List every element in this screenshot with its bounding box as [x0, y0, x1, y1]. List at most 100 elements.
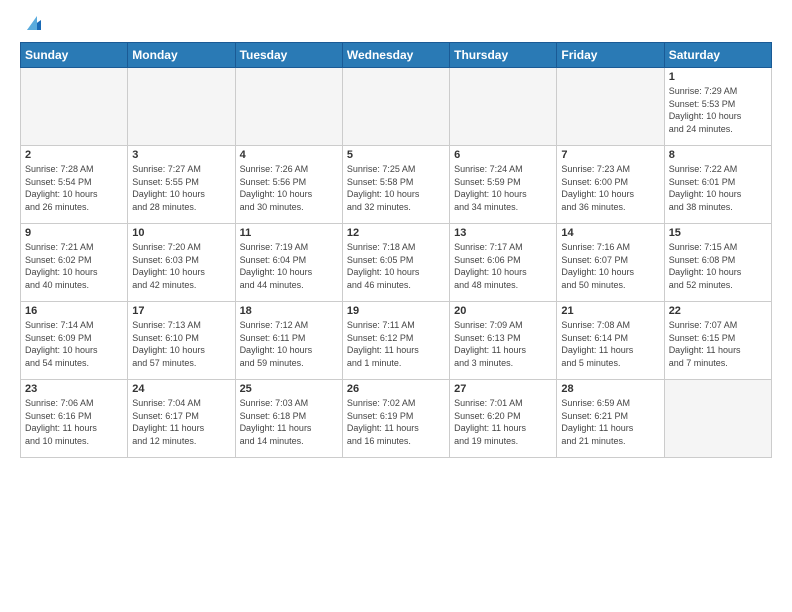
calendar-cell: 21 Sunrise: 7:08 AM Sunset: 6:14 PM Dayli… — [557, 302, 664, 380]
calendar-cell: 22 Sunrise: 7:07 AM Sunset: 6:15 PM Dayli… — [664, 302, 771, 380]
day-info: Sunrise: 7:26 AM Sunset: 5:56 PM Dayligh… — [240, 163, 338, 213]
calendar-cell: 19Sunrise: 7:11 AM Sunset: 6:12 PM Dayli… — [342, 302, 449, 380]
day-number: 24 — [132, 383, 230, 395]
calendar-cell: 4 Sunrise: 7:26 AM Sunset: 5:56 PM Daylig… — [235, 146, 342, 224]
week-row-2: 2 Sunrise: 7:28 AM Sunset: 5:54 PM Daylig… — [21, 146, 772, 224]
day-info: Sunrise: 7:22 AM Sunset: 6:01 PM Dayligh… — [669, 163, 767, 213]
weekday-header-sunday: Sunday — [21, 43, 128, 68]
weekday-header-friday: Friday — [557, 43, 664, 68]
calendar-cell — [664, 380, 771, 458]
day-info: Sunrise: 7:13 AM Sunset: 6:10 PM Dayligh… — [132, 319, 230, 369]
day-number: 17 — [132, 305, 230, 317]
calendar-cell: 6 Sunrise: 7:24 AM Sunset: 5:59 PM Daylig… — [450, 146, 557, 224]
calendar-cell: 23 Sunrise: 7:06 AM Sunset: 6:16 PM Dayli… — [21, 380, 128, 458]
day-number: 7 — [561, 149, 659, 161]
day-number: 20 — [454, 305, 552, 317]
page-header — [20, 16, 772, 34]
calendar-cell: 3 Sunrise: 7:27 AM Sunset: 5:55 PM Daylig… — [128, 146, 235, 224]
day-info: Sunrise: 7:11 AM Sunset: 6:12 PM Dayligh… — [347, 319, 445, 369]
calendar-cell: 14Sunrise: 7:16 AM Sunset: 6:07 PM Dayli… — [557, 224, 664, 302]
day-number: 6 — [454, 149, 552, 161]
calendar-cell — [128, 68, 235, 146]
day-info: Sunrise: 7:01 AM Sunset: 6:20 PM Dayligh… — [454, 397, 552, 447]
calendar-cell: 12Sunrise: 7:18 AM Sunset: 6:05 PM Dayli… — [342, 224, 449, 302]
day-number: 23 — [25, 383, 123, 395]
day-number: 16 — [25, 305, 123, 317]
weekday-header-tuesday: Tuesday — [235, 43, 342, 68]
calendar-page: SundayMondayTuesdayWednesdayThursdayFrid… — [0, 0, 792, 612]
day-info: Sunrise: 7:14 AM Sunset: 6:09 PM Dayligh… — [25, 319, 123, 369]
day-info: Sunrise: 7:24 AM Sunset: 5:59 PM Dayligh… — [454, 163, 552, 213]
calendar-cell: 16 Sunrise: 7:14 AM Sunset: 6:09 PM Dayli… — [21, 302, 128, 380]
calendar-cell: 15Sunrise: 7:15 AM Sunset: 6:08 PM Dayli… — [664, 224, 771, 302]
day-info: Sunrise: 7:17 AM Sunset: 6:06 PM Dayligh… — [454, 241, 552, 291]
day-number: 9 — [25, 227, 123, 239]
logo-icon — [23, 12, 45, 34]
day-number: 10 — [132, 227, 230, 239]
calendar-table: SundayMondayTuesdayWednesdayThursdayFrid… — [20, 42, 772, 458]
calendar-cell: 8 Sunrise: 7:22 AM Sunset: 6:01 PM Daylig… — [664, 146, 771, 224]
day-info: Sunrise: 7:02 AM Sunset: 6:19 PM Dayligh… — [347, 397, 445, 447]
weekday-header-wednesday: Wednesday — [342, 43, 449, 68]
calendar-cell: 27 Sunrise: 7:01 AM Sunset: 6:20 PM Dayli… — [450, 380, 557, 458]
day-info: Sunrise: 7:25 AM Sunset: 5:58 PM Dayligh… — [347, 163, 445, 213]
day-info: Sunrise: 7:06 AM Sunset: 6:16 PM Dayligh… — [25, 397, 123, 447]
day-number: 5 — [347, 149, 445, 161]
day-info: Sunrise: 7:29 AM Sunset: 5:53 PM Dayligh… — [669, 85, 767, 135]
day-info: Sunrise: 7:15 AM Sunset: 6:08 PM Dayligh… — [669, 241, 767, 291]
day-info: Sunrise: 7:23 AM Sunset: 6:00 PM Dayligh… — [561, 163, 659, 213]
day-info: Sunrise: 7:16 AM Sunset: 6:07 PM Dayligh… — [561, 241, 659, 291]
day-number: 21 — [561, 305, 659, 317]
calendar-cell — [342, 68, 449, 146]
day-info: Sunrise: 7:09 AM Sunset: 6:13 PM Dayligh… — [454, 319, 552, 369]
day-info: Sunrise: 7:21 AM Sunset: 6:02 PM Dayligh… — [25, 241, 123, 291]
calendar-cell: 25 Sunrise: 7:03 AM Sunset: 6:18 PM Dayli… — [235, 380, 342, 458]
day-info: Sunrise: 7:03 AM Sunset: 6:18 PM Dayligh… — [240, 397, 338, 447]
day-number: 26 — [347, 383, 445, 395]
calendar-cell — [450, 68, 557, 146]
day-number: 8 — [669, 149, 767, 161]
calendar-cell: 7 Sunrise: 7:23 AM Sunset: 6:00 PM Daylig… — [557, 146, 664, 224]
day-info: Sunrise: 7:28 AM Sunset: 5:54 PM Dayligh… — [25, 163, 123, 213]
day-info: Sunrise: 7:19 AM Sunset: 6:04 PM Dayligh… — [240, 241, 338, 291]
day-number: 25 — [240, 383, 338, 395]
day-number: 3 — [132, 149, 230, 161]
weekday-header-monday: Monday — [128, 43, 235, 68]
day-number: 2 — [25, 149, 123, 161]
calendar-cell: 26 Sunrise: 7:02 AM Sunset: 6:19 PM Dayli… — [342, 380, 449, 458]
weekday-header-thursday: Thursday — [450, 43, 557, 68]
day-number: 4 — [240, 149, 338, 161]
day-number: 18 — [240, 305, 338, 317]
day-info: Sunrise: 7:18 AM Sunset: 6:05 PM Dayligh… — [347, 241, 445, 291]
weekday-header-row: SundayMondayTuesdayWednesdayThursdayFrid… — [21, 43, 772, 68]
calendar-cell: 20 Sunrise: 7:09 AM Sunset: 6:13 PM Dayli… — [450, 302, 557, 380]
calendar-cell: 1Sunrise: 7:29 AM Sunset: 5:53 PM Daylig… — [664, 68, 771, 146]
calendar-cell: 10 Sunrise: 7:20 AM Sunset: 6:03 PM Dayli… — [128, 224, 235, 302]
calendar-cell: 28 Sunrise: 6:59 AM Sunset: 6:21 PM Dayli… — [557, 380, 664, 458]
day-number: 13 — [454, 227, 552, 239]
week-row-5: 23 Sunrise: 7:06 AM Sunset: 6:16 PM Dayli… — [21, 380, 772, 458]
day-info: Sunrise: 7:27 AM Sunset: 5:55 PM Dayligh… — [132, 163, 230, 213]
calendar-cell: 18 Sunrise: 7:12 AM Sunset: 6:11 PM Dayli… — [235, 302, 342, 380]
week-row-1: 1Sunrise: 7:29 AM Sunset: 5:53 PM Daylig… — [21, 68, 772, 146]
calendar-cell: 2 Sunrise: 7:28 AM Sunset: 5:54 PM Daylig… — [21, 146, 128, 224]
day-number: 22 — [669, 305, 767, 317]
weekday-header-saturday: Saturday — [664, 43, 771, 68]
calendar-cell — [557, 68, 664, 146]
day-info: Sunrise: 7:07 AM Sunset: 6:15 PM Dayligh… — [669, 319, 767, 369]
day-number: 27 — [454, 383, 552, 395]
calendar-cell: 13 Sunrise: 7:17 AM Sunset: 6:06 PM Dayli… — [450, 224, 557, 302]
calendar-cell — [21, 68, 128, 146]
day-number: 11 — [240, 227, 338, 239]
week-row-3: 9 Sunrise: 7:21 AM Sunset: 6:02 PM Daylig… — [21, 224, 772, 302]
day-info: Sunrise: 6:59 AM Sunset: 6:21 PM Dayligh… — [561, 397, 659, 447]
day-info: Sunrise: 7:12 AM Sunset: 6:11 PM Dayligh… — [240, 319, 338, 369]
week-row-4: 16 Sunrise: 7:14 AM Sunset: 6:09 PM Dayli… — [21, 302, 772, 380]
day-info: Sunrise: 7:08 AM Sunset: 6:14 PM Dayligh… — [561, 319, 659, 369]
calendar-cell: 24 Sunrise: 7:04 AM Sunset: 6:17 PM Dayli… — [128, 380, 235, 458]
day-number: 28 — [561, 383, 659, 395]
calendar-cell: 5 Sunrise: 7:25 AM Sunset: 5:58 PM Daylig… — [342, 146, 449, 224]
day-info: Sunrise: 7:20 AM Sunset: 6:03 PM Dayligh… — [132, 241, 230, 291]
logo — [20, 16, 45, 34]
day-info: Sunrise: 7:04 AM Sunset: 6:17 PM Dayligh… — [132, 397, 230, 447]
